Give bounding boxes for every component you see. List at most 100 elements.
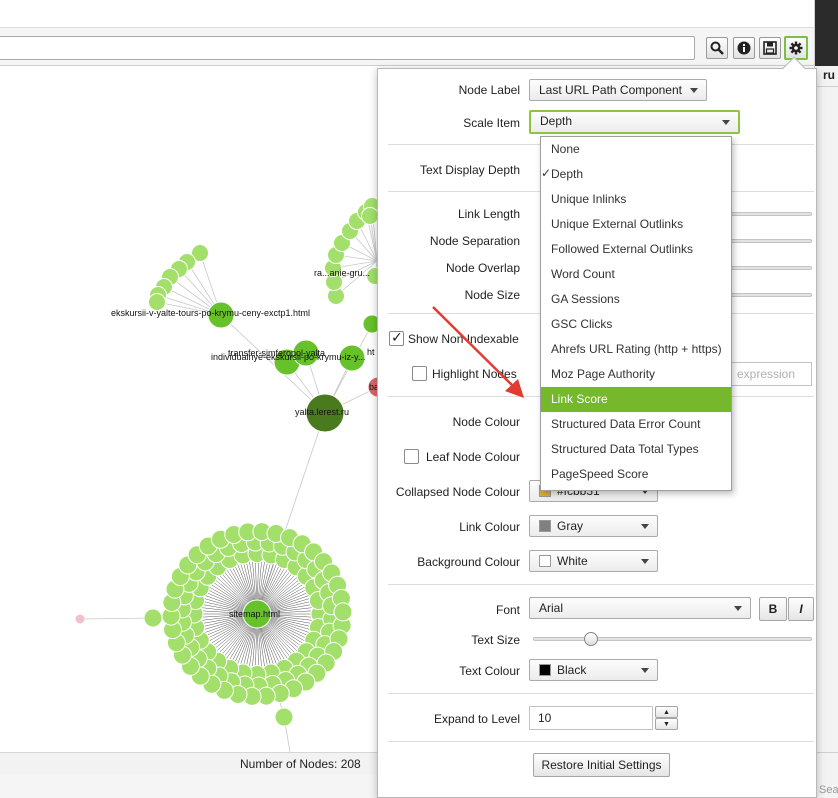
dropdown-option[interactable]: None xyxy=(541,137,731,162)
dropdown-option-label: PageSpeed Score xyxy=(551,467,649,481)
node-label-select[interactable]: Last URL Path Component xyxy=(529,79,707,101)
expand-to-level-label: Expand to Level xyxy=(433,712,520,726)
link-colour-label: Link Colour xyxy=(459,520,520,534)
side-search-input[interactable]: Search... xyxy=(819,784,838,796)
chevron-down-icon xyxy=(641,668,649,673)
graph-node[interactable] xyxy=(75,614,85,624)
font-select[interactable]: Arial xyxy=(529,597,751,619)
italic-button[interactable]: I xyxy=(788,597,814,621)
link-length-slider[interactable] xyxy=(730,212,812,216)
node-overlap-label: Node Overlap xyxy=(445,261,520,275)
dropdown-option[interactable]: Unique External Outlinks xyxy=(541,212,731,237)
chevron-down-icon: ▼ xyxy=(663,720,670,728)
dropdown-option[interactable]: GSC Clicks xyxy=(541,312,731,337)
dropdown-option-label: Structured Data Total Types xyxy=(551,442,699,456)
dropdown-option-label: Link Score xyxy=(551,392,608,406)
dropdown-option[interactable]: Structured Data Error Count xyxy=(541,412,731,437)
divider xyxy=(815,752,838,753)
expand-to-level-value: 10 xyxy=(538,711,552,725)
dropdown-option-label: Structured Data Error Count xyxy=(551,417,701,431)
node-label: ekskursii-v-yalte-tours-po-krymu-ceny-ex… xyxy=(111,308,310,318)
divider xyxy=(815,86,838,87)
node-label: ht xyxy=(367,347,375,357)
graph-node[interactable] xyxy=(143,608,163,628)
dropdown-option-label: None xyxy=(551,142,580,156)
info-icon xyxy=(737,41,751,55)
link-colour-value: Gray xyxy=(557,519,584,533)
divider xyxy=(388,584,814,585)
node-label: individualnye-ekskursii-po-krymu-iz-y... xyxy=(211,352,365,362)
dropdown-option-label: GA Sessions xyxy=(551,292,620,306)
highlight-expression-input[interactable]: expression xyxy=(728,362,812,386)
expand-to-level-input[interactable]: 10 xyxy=(529,706,653,730)
node-label-label: Node Label xyxy=(458,83,520,97)
dropdown-option-label: GSC Clicks xyxy=(551,317,613,331)
save-icon xyxy=(763,41,777,55)
settings-button[interactable] xyxy=(784,36,808,60)
graph-node[interactable] xyxy=(361,207,379,225)
node-label: ra...anie-gru... xyxy=(314,268,370,278)
colour-swatch xyxy=(539,664,551,676)
dropdown-option[interactable]: ✓ Depth xyxy=(541,162,731,187)
search-icon xyxy=(710,41,724,55)
dropdown-option-label: Unique External Outlinks xyxy=(551,217,684,231)
colour-swatch xyxy=(539,555,551,567)
background-colour-label: Background Colour xyxy=(417,555,520,569)
node-label-value: Last URL Path Component xyxy=(539,83,682,97)
spinner-down-button[interactable]: ▼ xyxy=(655,718,678,730)
graph-link xyxy=(79,617,154,620)
node-label: sitemap.html xyxy=(229,609,280,619)
chevron-down-icon xyxy=(641,524,649,529)
dropdown-option[interactable]: PageSpeed Score xyxy=(541,462,731,487)
highlight-expression-placeholder: expression xyxy=(737,367,796,381)
info-button[interactable] xyxy=(733,37,755,59)
node-size-slider[interactable] xyxy=(730,293,812,297)
text-size-slider[interactable] xyxy=(533,637,812,641)
restore-initial-settings-button[interactable]: Restore Initial Settings xyxy=(533,753,670,777)
bold-button[interactable]: B xyxy=(759,597,787,621)
scale-item-dropdown-list[interactable]: None ✓ Depth Unique Inlinks Unique External … xyxy=(540,136,732,491)
node-count: Number of Nodes: 208 xyxy=(240,757,361,771)
highlight-nodes-checkbox[interactable] xyxy=(412,366,427,381)
background-colour-select[interactable]: White xyxy=(529,550,658,572)
highlight-nodes-label: Highlight Nodes xyxy=(432,367,517,381)
chevron-down-icon xyxy=(641,559,649,564)
node-separation-label: Node Separation xyxy=(429,234,520,248)
dropdown-option[interactable]: Structured Data Total Types xyxy=(541,437,731,462)
node-separation-slider[interactable] xyxy=(730,239,812,243)
graph-node[interactable] xyxy=(333,602,353,622)
graph-node[interactable] xyxy=(274,707,294,727)
gear-icon xyxy=(789,41,803,55)
node-label: yalta.lerest.ru xyxy=(295,407,349,417)
text-display-depth-label: Text Display Depth xyxy=(419,163,520,177)
checkmark-icon: ✓ xyxy=(541,166,552,180)
node-overlap-slider[interactable] xyxy=(730,266,812,270)
scale-item-select[interactable]: Depth xyxy=(529,110,740,134)
text-colour-label: Text Colour xyxy=(459,664,520,678)
text-colour-select[interactable]: Black xyxy=(529,659,658,681)
dropdown-option[interactable]: Followed External Outlinks xyxy=(541,237,731,262)
dropdown-option[interactable]: Moz Page Authority xyxy=(541,362,731,387)
scale-item-value: Depth xyxy=(540,114,573,128)
search-input[interactable] xyxy=(0,36,695,60)
dropdown-option-label: Depth xyxy=(551,167,584,181)
dropdown-option[interactable]: Unique Inlinks xyxy=(541,187,731,212)
link-colour-select[interactable]: Gray xyxy=(529,515,658,537)
node-size-label: Node Size xyxy=(464,288,520,302)
show-non-indexable-checkbox[interactable] xyxy=(389,329,404,346)
background-colour-value: White xyxy=(557,554,588,568)
dropdown-option[interactable]: Ahrefs URL Rating (http + https) xyxy=(541,337,731,362)
dropdown-option[interactable]: Word Count xyxy=(541,262,731,287)
search-button[interactable] xyxy=(706,37,728,59)
toolbar xyxy=(0,0,814,66)
text-size-slider-thumb[interactable] xyxy=(584,632,598,646)
dropdown-option[interactable]: Link Score xyxy=(541,387,731,412)
dropdown-option-label: Unique Inlinks xyxy=(551,192,627,206)
save-button[interactable] xyxy=(759,37,781,59)
dropdown-option-label: Word Count xyxy=(551,267,615,281)
scale-item-label: Scale Item xyxy=(463,116,520,130)
dropdown-option[interactable]: GA Sessions xyxy=(541,287,731,312)
spinner-up-button[interactable]: ▲ xyxy=(655,706,678,718)
node-colour-label: Node Colour xyxy=(452,415,520,429)
dropdown-option-label: Ahrefs URL Rating (http + https) xyxy=(551,342,722,356)
